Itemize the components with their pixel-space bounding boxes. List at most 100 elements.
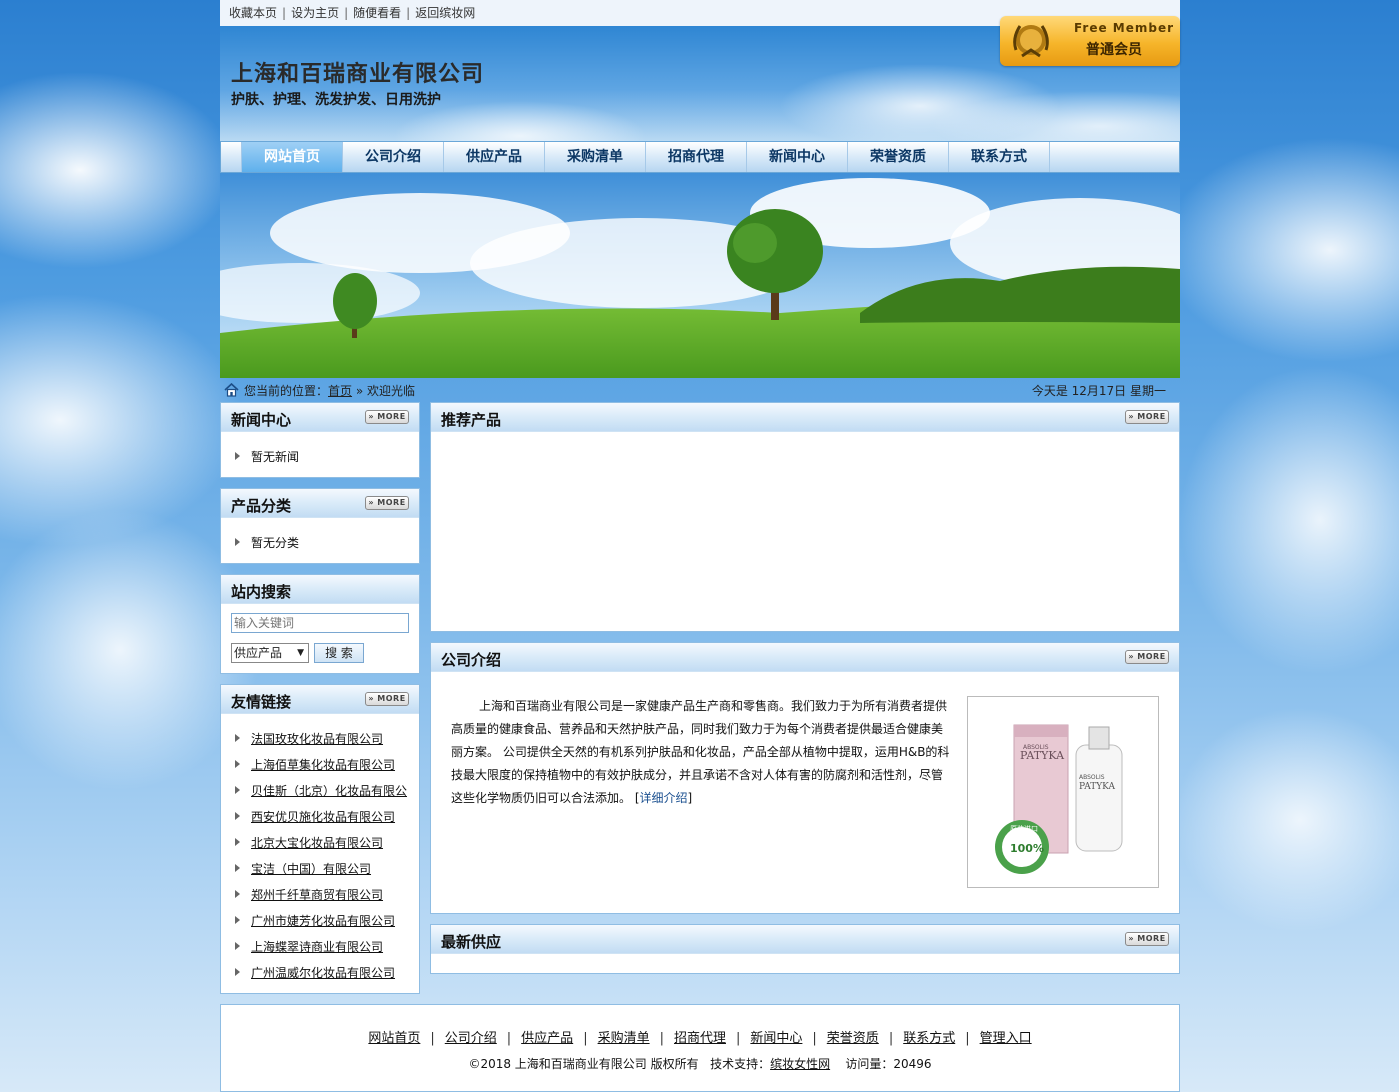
bookmark-link[interactable]: 收藏本页 — [229, 6, 277, 20]
box-header: 公司介绍 » MORE — [431, 643, 1179, 672]
page-container: 收藏本页 | 设为主页 | 随便看看 | 返回缤妆网 上海和百瑞商业有限公司 护肤、护理、洗… — [220, 0, 1180, 1092]
footer-link-about[interactable]: 公司介绍 — [445, 1031, 497, 1046]
sidebar-links-box: 友情链接 » MORE 法国玫玫化妆品有限公司 上海佰草集化妆品有限公司 贝佳斯… — [220, 684, 420, 994]
friend-link[interactable]: 西安优贝施化妆品有限公司 — [251, 810, 395, 824]
bullet-icon — [235, 760, 240, 768]
nav-lead — [221, 142, 242, 172]
categories-more-button[interactable]: » MORE — [365, 496, 409, 510]
bullet-icon — [235, 916, 240, 924]
friend-link[interactable]: 法国玫玫化妆品有限公司 — [251, 732, 383, 746]
recommended-more-button[interactable]: » MORE — [1125, 410, 1169, 424]
sidebar-news-box: 新闻中心 » MORE 暂无新闻 — [220, 402, 420, 478]
bottle-brand-small-text: ABSOLIS — [1079, 774, 1105, 781]
footer-link-home[interactable]: 网站首页 — [368, 1031, 420, 1046]
footer-link-purchase[interactable]: 采购清单 — [598, 1031, 650, 1046]
footer-link-contact[interactable]: 联系方式 — [903, 1031, 955, 1046]
friend-link[interactable]: 广州温威尔化妆品有限公司 — [251, 966, 395, 980]
search-button[interactable]: 搜 索 — [314, 643, 364, 663]
select-value: 供应产品 — [234, 646, 283, 660]
list-item: 广州温威尔化妆品有限公司 — [231, 960, 419, 986]
nav-item-home[interactable]: 网站首页 — [242, 142, 343, 172]
random-browse-link[interactable]: 随便看看 — [353, 6, 401, 20]
box-title: 公司介绍 — [441, 651, 502, 669]
bullet-icon — [235, 538, 240, 546]
list-item: 北京大宝化妆品有限公司 — [231, 830, 419, 856]
divider: | — [659, 1031, 664, 1046]
chevron-down-icon: ▼ — [297, 648, 304, 658]
list-item: 暂无新闻 — [231, 444, 419, 470]
footer-link-products[interactable]: 供应产品 — [521, 1031, 573, 1046]
nav-item-agents[interactable]: 招商代理 — [646, 142, 747, 172]
footer-link-agents[interactable]: 招商代理 — [674, 1031, 726, 1046]
list-item-text: 暂无新闻 — [251, 450, 300, 464]
hero-banner — [220, 173, 1180, 378]
set-homepage-link[interactable]: 设为主页 — [291, 6, 339, 20]
box-title: 新闻中心 — [231, 411, 292, 429]
divider: | — [430, 1031, 435, 1046]
nav-item-products[interactable]: 供应产品 — [444, 142, 545, 172]
footer-link-honors[interactable]: 荣誉资质 — [827, 1031, 879, 1046]
footer-links: 网站首页 | 公司介绍 | 供应产品 | 采购清单 | 招商代理 | 新闻中心 | 荣誉资质 | 联系方式 |… — [221, 1027, 1179, 1046]
recommended-products-box: 推荐产品 » MORE — [430, 402, 1180, 632]
footer-link-admin[interactable]: 管理入口 — [980, 1031, 1032, 1046]
bullet-icon — [235, 942, 240, 950]
footer-link-news[interactable]: 新闻中心 — [750, 1031, 802, 1046]
site-header: 上海和百瑞商业有限公司 护肤、护理、洗发护发、日用洗护 Free Member … — [220, 16, 1180, 141]
friend-link[interactable]: 郑州千纤草商贸有限公司 — [251, 888, 383, 902]
list-item: 暂无分类 — [231, 530, 419, 556]
divider: | — [812, 1031, 817, 1046]
sidebar-categories-box: 产品分类 » MORE 暂无分类 — [220, 488, 420, 564]
product-image[interactable]: ABSOLIS PATYKA ABSOLIS PATYKA 100% 原装进口 — [967, 696, 1159, 888]
bullet-icon — [235, 734, 240, 742]
box-header: 新闻中心 » MORE — [221, 403, 419, 432]
friend-link[interactable]: 广州市婕芳化妆品有限公司 — [251, 914, 395, 928]
friend-link[interactable]: 宝洁（中国）有限公司 — [251, 862, 371, 876]
friend-link[interactable]: 北京大宝化妆品有限公司 — [251, 836, 383, 850]
company-tagline: 护肤、护理、洗发护发、日用洗护 — [231, 92, 441, 108]
detail-link[interactable]: 详细介绍 — [640, 791, 688, 805]
list-item: 贝佳斯（北京）化妆品有限公 — [231, 778, 419, 804]
nav-item-purchase[interactable]: 采购清单 — [545, 142, 646, 172]
back-to-portal-link[interactable]: 返回缤妆网 — [415, 6, 475, 20]
box-title: 推荐产品 — [441, 411, 502, 429]
news-list: 暂无新闻 — [221, 432, 419, 470]
nav-item-honors[interactable]: 荣誉资质 — [848, 142, 949, 172]
breadcrumb-home-link[interactable]: 首页 — [328, 384, 352, 398]
breadcrumb-separator: » — [355, 384, 364, 398]
search-category-select[interactable]: 供应产品 ▼ — [231, 643, 309, 663]
bullet-icon — [235, 838, 240, 846]
friend-link[interactable]: 贝佳斯（北京）化妆品有限公 — [251, 784, 407, 798]
breadcrumb-prefix: 您当前的位置： — [244, 384, 329, 398]
copyright-line: ©2018 上海和百瑞商业有限公司 版权所有 技术支持：缤妆女性网 访问量：20… — [221, 1055, 1179, 1072]
badge-percent: 100% — [1010, 842, 1044, 855]
about-more-button[interactable]: » MORE — [1125, 650, 1169, 664]
box-header: 最新供应 » MORE — [431, 925, 1179, 954]
search-input[interactable] — [231, 613, 409, 633]
category-list: 暂无分类 — [221, 518, 419, 556]
friend-link[interactable]: 上海佰草集化妆品有限公司 — [251, 758, 395, 772]
product-illustration: ABSOLIS PATYKA ABSOLIS PATYKA 100% 原装进口 — [995, 724, 1123, 874]
nav-item-contact[interactable]: 联系方式 — [949, 142, 1050, 172]
latest-more-button[interactable]: » MORE — [1125, 932, 1169, 946]
member-badge[interactable]: Free Member 普通会员 — [1000, 16, 1180, 66]
company-intro-text: 上海和百瑞商业有限公司是一家健康产品生产商和零售商。我们致力于为所有消费者提供高… — [451, 699, 950, 805]
news-more-button[interactable]: » MORE — [365, 410, 409, 424]
list-item: 宝洁（中国）有限公司 — [231, 856, 419, 882]
main-nav: 网站首页 公司介绍 供应产品 采购清单 招商代理 新闻中心 荣誉资质 联系方式 — [220, 141, 1180, 173]
brand-text: PATYKA — [1020, 749, 1065, 762]
bottle-brand-text: PATYKA — [1079, 782, 1116, 792]
visit-count: 20496 — [893, 1057, 932, 1071]
links-more-button[interactable]: » MORE — [365, 692, 409, 706]
nav-item-news[interactable]: 新闻中心 — [747, 142, 848, 172]
box-title: 友情链接 — [231, 693, 292, 711]
list-item: 广州市婕芳化妆品有限公司 — [231, 908, 419, 934]
nav-item-about[interactable]: 公司介绍 — [343, 142, 444, 172]
bullet-icon — [235, 864, 240, 872]
intro-paragraph: 上海和百瑞商业有限公司是一家健康产品生产商和零售商。我们致力于为所有消费者提供高… — [451, 699, 950, 805]
list-item: 上海佰草集化妆品有限公司 — [231, 752, 419, 778]
tech-support-link[interactable]: 缤妆女性网 — [770, 1057, 830, 1071]
friend-link[interactable]: 上海蝶翠诗商业有限公司 — [251, 940, 383, 954]
list-item: 上海蝶翠诗商业有限公司 — [231, 934, 419, 960]
laurel-icon — [1013, 25, 1049, 58]
box-header: 推荐产品 » MORE — [431, 403, 1179, 432]
